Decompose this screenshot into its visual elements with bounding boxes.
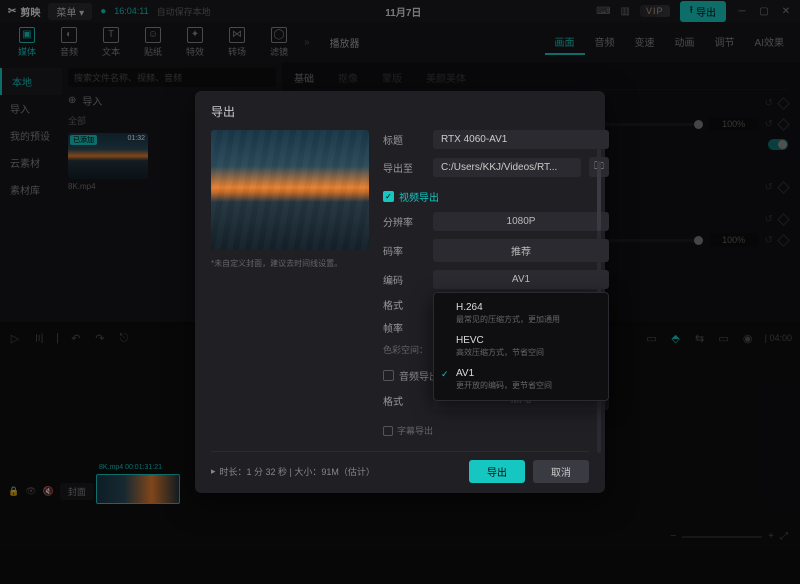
label-audio-format: 格式 <box>383 393 425 408</box>
codec-option-av1[interactable]: AV1 更开放的编码，更节省空间 <box>434 363 608 396</box>
label-bitrate: 码率 <box>383 243 425 258</box>
subtitle-export-section[interactable]: 字幕导出 <box>383 424 609 437</box>
cancel-button[interactable]: 取消 <box>533 460 589 483</box>
title-input[interactable] <box>433 130 609 149</box>
label-title: 标题 <box>383 132 425 147</box>
label-codec: 编码 <box>383 272 425 287</box>
checkbox-off-icon[interactable] <box>383 370 394 381</box>
label-path: 导出至 <box>383 160 425 175</box>
resolution-select[interactable]: 1080P▾ <box>433 212 609 231</box>
info-icon: ▸ <box>211 466 216 477</box>
label-colorspace: 色彩空间： <box>383 343 428 356</box>
modal-overlay: 导出 *未自定义封面，建议去时间线设置。 标题 导出至 🗀 ✓ 视频导出 <box>0 0 800 584</box>
checkbox-on-icon[interactable]: ✓ <box>383 191 394 202</box>
export-button[interactable]: 导出 <box>469 460 525 483</box>
export-size-info: 时长：1 分 32 秒 | 大小：91M（估计） <box>220 465 375 478</box>
cover-hint: *未自定义封面，建议去时间线设置。 <box>211 258 369 269</box>
label-format: 格式 <box>383 297 425 312</box>
label-resolution: 分辨率 <box>383 214 425 229</box>
export-dialog: 导出 *未自定义封面，建议去时间线设置。 标题 导出至 🗀 ✓ 视频导出 <box>195 91 605 493</box>
codec-select[interactable]: AV1▴ H.264 最常见的压缩方式，更加通用 HEVC 高效压缩方式，节省空… <box>433 270 609 289</box>
label-fps: 帧率 <box>383 320 425 335</box>
codec-option-hevc[interactable]: HEVC 高效压缩方式，节省空间 <box>434 330 608 363</box>
dialog-title: 导出 <box>211 103 589 120</box>
checkbox-off-icon[interactable] <box>383 426 393 436</box>
codec-dropdown: H.264 最常见的压缩方式，更加通用 HEVC 高效压缩方式，节省空间 AV1… <box>433 292 609 401</box>
export-preview <box>211 130 369 250</box>
bitrate-select[interactable]: 推荐▾ <box>433 239 609 262</box>
video-export-section[interactable]: ✓ 视频导出 <box>383 189 609 204</box>
path-input[interactable] <box>433 158 581 177</box>
codec-option-h264[interactable]: H.264 最常见的压缩方式，更加通用 <box>434 297 608 330</box>
